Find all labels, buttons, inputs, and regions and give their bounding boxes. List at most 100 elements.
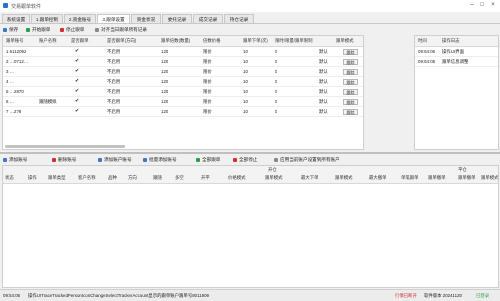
price-value: 限价 [203,99,212,104]
col-limit: 限时/限量/跟单限制 [275,38,313,43]
tab-position-records[interactable]: 持仓记录 [224,14,254,23]
add-other-account-button[interactable]: 添加账户账号 [98,155,132,164]
toolbar: 保存 开始跟单 停止跟单 对齐当日跟单所有记录 [0,25,360,34]
follow-checkbox[interactable]: ✔ [75,107,79,116]
window-title: 交易跟单软件 [11,4,42,10]
col-follow: 跟随 [153,175,162,180]
track-button[interactable]: 跟踪 [343,98,358,105]
add-account-button[interactable]: 添加账号 [3,155,27,164]
toggle-all-follow-button[interactable]: 全部跟单 [196,155,220,164]
refresh-icon [95,27,99,32]
track-button[interactable]: 跟踪 [343,68,358,75]
table-row[interactable]: 4 … ✔ 不启用 120 限价 10 0 默认 跟踪 [3,77,363,87]
log-row: 09:54:05 跟单信息调整 [415,57,498,67]
tab-order-records[interactable]: 委托记录 [162,14,192,23]
account-number: 6 … [6,99,15,104]
track-button[interactable]: 跟踪 [343,48,358,55]
add-icon [3,157,7,162]
col-type: 跟单类型 [48,175,66,180]
mode-value: 默认 [319,49,328,54]
col-log-message: 操作日志 [442,38,460,43]
load-all-button[interactable]: 对齐当日跟单所有记录 [95,25,147,34]
tab-follow-settings[interactable]: 3.跟单设置 [97,14,130,23]
maximize-icon[interactable]: □ [478,2,486,9]
batch-icon [143,157,147,162]
horizontal-scrollbar[interactable] [5,145,125,148]
price-value: 限价 [203,109,212,114]
count-value: 10 [243,69,248,74]
table-row[interactable]: 7 …2?8 ✔ 不启用 120 限价 10 0 默认 跟踪 [3,107,363,117]
remove-account-button[interactable]: 删除账号 [52,155,76,164]
col-log-time: 时间 [418,38,427,43]
col-follow-mode-3: 跟单模式 [481,175,499,180]
detail-group-header: 开仓 平仓 [3,166,498,173]
stop-all-button[interactable]: 全部停止 [233,155,257,164]
status-time: 09:54:06 [3,293,21,298]
account-number: 1 6112092 [6,49,27,54]
table-row[interactable]: 2 …0712… ✔ 不启用 120 限价 10 0 默认 跟踪 [3,57,363,67]
tab-follow-control[interactable]: 1.跟单控制 [31,14,63,23]
log-panel: 时间 操作日志 09:54:06 操作UI界面 09:54:05 跟单信息调整 [414,35,499,150]
col-customer: 客户名称 [78,175,96,180]
col-direction: 方向 [128,175,137,180]
col-single-follow: 单笔跟单 [401,175,419,180]
track-button[interactable]: 跟踪 [343,78,358,85]
col-max-order: 最大下单 [301,175,319,180]
col-price-mode: 价格模式 [228,175,246,180]
tab-trade-records[interactable]: 成交记录 [193,14,223,23]
follow-checkbox[interactable]: ✔ [75,57,79,66]
direction-value: 不启用 [107,99,121,104]
col-follow-cancel-2: 跟单撤单 [458,175,476,180]
count-value: 10 [243,109,248,114]
stop-follow-button[interactable]: 停止跟单 [60,25,84,34]
table-row[interactable]: 3 … ✔ 不启用 120 限价 10 0 默认 跟踪 [3,67,363,77]
mode-value: 默认 [319,89,328,94]
follow-checkbox[interactable]: ✔ [75,87,79,96]
multiplier-value: 120 [161,49,169,54]
panel-splitter[interactable] [0,152,500,154]
col-name: 账户名称 [39,38,57,43]
col-max-cancel: 最大撤单 [369,175,387,180]
batch-add-button[interactable]: 批量添加账号 [143,155,177,164]
tab-fund-status[interactable]: 资金状况 [131,14,161,23]
count-value: 10 [243,89,248,94]
tab-system-settings[interactable]: 系统设置 [2,14,30,23]
track-button[interactable]: 跟踪 [343,88,358,95]
delete-icon [52,157,56,162]
save-button[interactable]: 保存 [3,25,18,34]
track-button[interactable]: 跟踪 [343,108,358,115]
direction-value: 不启用 [107,59,121,64]
tab-fund-account[interactable]: 2.资金账号 [64,14,96,23]
accounts-table: 跟单账号 账户名称 是否跟单 是否跟单(方向) 跟单倍数(数量) 倍数价格 跟单… [2,35,364,150]
apply-all-button[interactable]: 应用当前账户设置到所有账户 [274,155,340,164]
col-long-short: 多空 [175,175,184,180]
track-button[interactable]: 跟踪 [343,58,358,65]
login-status: 已登录 [476,293,490,298]
table-row[interactable]: 6 … 跟随模拟 ✔ 不启用 120 限价 10 0 默认 跟踪 [3,97,363,107]
add-user-icon [98,157,102,162]
limit-value: 0 [275,59,278,64]
play-icon [196,157,200,162]
col-product: 品种 [108,175,117,180]
close-icon[interactable]: × [489,2,497,9]
account-number: 4 … [6,79,15,84]
multiplier-value: 120 [161,99,169,104]
follow-checkbox[interactable]: ✔ [75,97,79,106]
count-value: 10 [243,79,248,84]
table-row[interactable]: 1 6112092 ✔ 不启用 120 限价 10 0 默认 跟踪 [3,47,363,57]
log-time: 09:54:05 [418,59,436,64]
start-follow-button[interactable]: 开始跟单 [26,25,50,34]
account-toolbar: 添加账号 删除账号 添加账户账号 批量添加账号 全部跟单 全部停止 应用当前账户… [0,155,500,164]
multiplier-value: 120 [161,69,169,74]
table-row[interactable]: 5 …2870 ✔ 不启用 120 限价 10 0 默认 跟踪 [3,87,363,97]
log-message: 操作UI界面 [442,49,464,54]
follow-checkbox[interactable]: ✔ [75,47,79,56]
follow-checkbox[interactable]: ✔ [75,77,79,86]
mode-value: 默认 [319,59,328,64]
minimize-icon[interactable]: – [468,2,476,9]
follow-checkbox[interactable]: ✔ [75,67,79,76]
main-tabs: 系统设置 1.跟单控制 2.资金账号 3.跟单设置 资金状况 委托记录 成交记录… [0,13,500,24]
col-account: 跟单账号 [6,38,24,43]
account-name: 跟随模拟 [39,99,57,104]
detail-table: 开仓 平仓 状态 操作 跟单类型 客户名称 品种 方向 跟随 多空 开平 价格模… [2,165,499,288]
